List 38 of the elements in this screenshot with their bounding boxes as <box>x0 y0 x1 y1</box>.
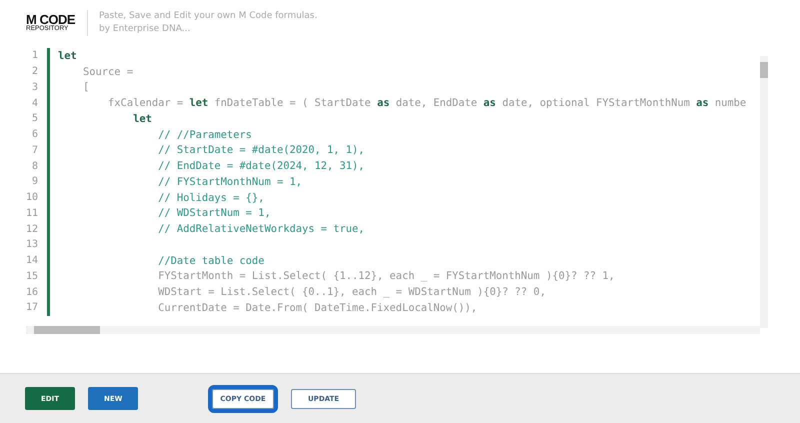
code-line: // WDStartNum = 1, <box>157 207 271 220</box>
line-number: 12 <box>24 224 38 235</box>
code-line: // Holidays = {}, <box>157 192 264 204</box>
line-number: 15 <box>24 270 38 282</box>
line-number: 8 <box>30 160 38 172</box>
code-line: // AddRelativeNetWorkdays = true, <box>157 223 365 236</box>
code-line: // FYStartMonthNum = 1, <box>157 176 302 188</box>
line-number: 11 <box>24 208 38 219</box>
line-number: 16 <box>24 286 38 298</box>
code-line: WDStart = List.Select( {0..1}, each _ = WDStartNum ){0}? ?? 0, <box>157 286 546 298</box>
code-line: // //Parameters <box>157 128 252 141</box>
line-number: 17 <box>24 302 38 314</box>
code-line: // EndDate = #date(2024, 12, 31), <box>157 160 365 172</box>
code-line: // StartDate = #date(2020, 1, 1), <box>157 144 365 156</box>
tagline: Paste, Save and Edit your own M Code formulas. <box>99 10 318 23</box>
line-number: 6 <box>30 129 38 140</box>
line-number: 9 <box>30 176 38 188</box>
code-line: Source = <box>82 66 134 78</box>
code-line: FYStartMonth = List.Select( {1..12}, each _ = FYStartMonthNum ){0}? ?? 1, <box>157 270 615 282</box>
line-number: 14 <box>24 255 38 266</box>
horizontal-scrollbar[interactable] <box>26 326 760 334</box>
code-line: CurrentDate = Date.From( DateTime.FixedLocalNow()), <box>157 302 478 314</box>
line-number: 1 <box>30 50 38 62</box>
line-number: 7 <box>30 144 38 156</box>
code-line: fxCalendar = let fnDateTable = ( StartDate as date, EndDate as date, optional FYStartMonthNum as numbe <box>107 97 746 110</box>
line-number: 10 <box>24 192 38 204</box>
line-number: 4 <box>30 98 38 109</box>
line-number: 13 <box>24 239 38 250</box>
line-number: 3 <box>30 82 38 93</box>
code-line: let <box>132 112 152 125</box>
code-line: [ <box>82 81 90 94</box>
vertical-scrollbar[interactable] <box>760 56 768 328</box>
code-line: let <box>58 50 77 62</box>
line-number: 2 <box>30 66 38 78</box>
code-line: //Date table code <box>157 254 264 267</box>
logo-title: M CODE <box>26 13 75 26</box>
byline: by Enterprise DNA... <box>99 23 192 36</box>
line-number: 5 <box>30 113 38 124</box>
